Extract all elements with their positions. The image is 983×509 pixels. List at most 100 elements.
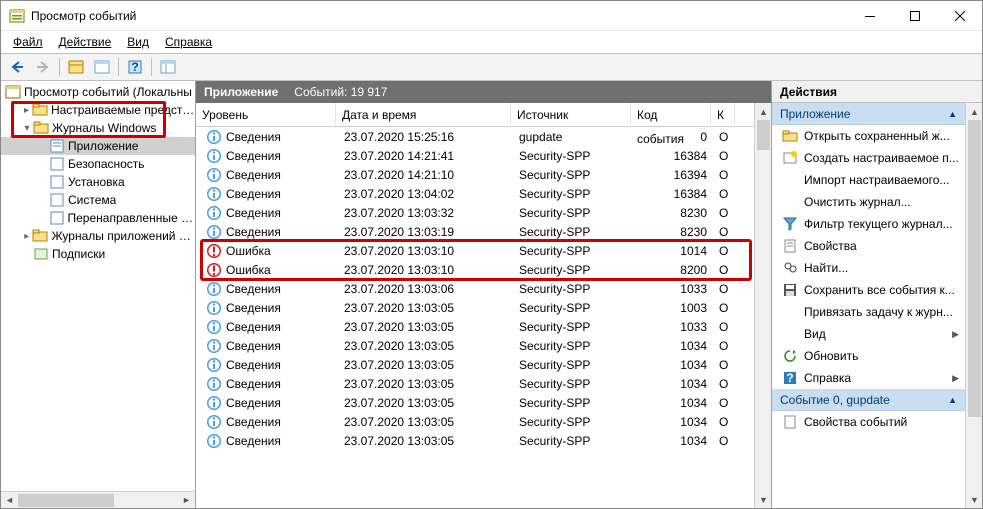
menu-help[interactable]: Справка	[159, 33, 218, 51]
minimize-button[interactable]	[847, 1, 892, 31]
toolbar: ?	[1, 53, 982, 81]
tree-forwarded[interactable]: Перенаправленные соб	[1, 209, 195, 227]
scroll-up-icon[interactable]: ▲	[966, 103, 982, 120]
tree-system[interactable]: Система	[1, 191, 195, 209]
svg-text:?: ?	[131, 60, 138, 74]
action-properties[interactable]: Свойства	[772, 235, 965, 257]
action-attach-task[interactable]: Привязать задачу к журн...	[772, 301, 965, 323]
table-row[interactable]: Ошибка23.07.2020 13:03:10Security-SPP101…	[196, 241, 754, 260]
log-icon	[49, 192, 65, 208]
filter-icon	[782, 216, 798, 232]
center-header: Приложение Событий: 19 917	[196, 81, 771, 103]
table-row[interactable]: Сведения23.07.2020 13:03:05Security-SPP1…	[196, 393, 754, 412]
menu-action[interactable]: Действие	[53, 33, 118, 51]
table-row[interactable]: Сведения23.07.2020 13:03:06Security-SPP1…	[196, 279, 754, 298]
col-source[interactable]: Источник	[511, 103, 631, 127]
tree-custom-views[interactable]: ▸ Настраиваемые представле	[1, 101, 195, 119]
info-icon	[206, 319, 222, 335]
table-row[interactable]: Сведения23.07.2020 13:04:02Security-SPP1…	[196, 184, 754, 203]
table-row[interactable]: Сведения23.07.2020 13:03:05Security-SPP1…	[196, 355, 754, 374]
log-title: Приложение	[204, 85, 278, 99]
table-row[interactable]: Сведения23.07.2020 13:03:05Security-SPP1…	[196, 431, 754, 450]
col-code[interactable]: Код события	[631, 103, 711, 127]
info-icon	[206, 148, 222, 164]
table-row[interactable]: Сведения23.07.2020 13:03:05Security-SPP1…	[196, 336, 754, 355]
info-icon	[206, 414, 222, 430]
properties-icon	[782, 238, 798, 254]
chevron-right-icon: ▸	[21, 231, 32, 242]
info-icon	[206, 224, 222, 240]
action-open-saved[interactable]: Открыть сохраненный ж...	[772, 125, 965, 147]
actions-panel: Действия Приложение ▲ Открыть сохраненны…	[772, 81, 982, 508]
close-button[interactable]	[937, 1, 982, 31]
panel-layout-button[interactable]	[156, 56, 180, 78]
actions-section-application[interactable]: Приложение ▲	[772, 103, 965, 125]
menubar: Файл Действие Вид Справка	[1, 31, 982, 53]
info-icon	[206, 205, 222, 221]
table-row[interactable]: Сведения23.07.2020 15:25:16gupdate0О	[196, 127, 754, 146]
action-view[interactable]: Вид▶	[772, 323, 965, 345]
scroll-left-icon[interactable]: ◄	[1, 492, 18, 509]
action-filter-log[interactable]: Фильтр текущего журнал...	[772, 213, 965, 235]
help-button[interactable]: ?	[123, 56, 147, 78]
import-icon	[782, 172, 798, 188]
table-body[interactable]: Сведения23.07.2020 15:25:16gupdate0ОСвед…	[196, 127, 754, 508]
tree-application[interactable]: Приложение	[1, 137, 195, 155]
info-icon	[206, 300, 222, 316]
table-row[interactable]: Сведения23.07.2020 13:03:05Security-SPP1…	[196, 374, 754, 393]
actions-section-event[interactable]: Событие 0, gupdate ▲	[772, 389, 965, 411]
info-icon	[206, 129, 222, 145]
actions-vscrollbar[interactable]: ▲ ▼	[965, 103, 982, 508]
action-create-custom[interactable]: Создать настраиваемое п...	[772, 147, 965, 169]
action-import-custom[interactable]: Импорт настраиваемого...	[772, 169, 965, 191]
table-row[interactable]: Сведения23.07.2020 13:03:05Security-SPP1…	[196, 298, 754, 317]
table-row[interactable]: Сведения23.07.2020 13:03:05Security-SPP1…	[196, 317, 754, 336]
subscriptions-icon	[33, 246, 49, 262]
tree-root[interactable]: Просмотр событий (Локальны	[1, 83, 195, 101]
tree-windows-logs[interactable]: ▾ Журналы Windows	[1, 119, 195, 137]
tree-apps-services[interactable]: ▸ Журналы приложений и сл	[1, 227, 195, 245]
folder-icon	[32, 228, 48, 244]
open-folder-icon	[782, 128, 798, 144]
action-save-all[interactable]: Сохранить все события к...	[772, 279, 965, 301]
table-vscrollbar[interactable]: ▲ ▼	[754, 103, 771, 508]
table-row[interactable]: Сведения23.07.2020 14:21:41Security-SPP1…	[196, 146, 754, 165]
chevron-down-icon: ▾	[21, 123, 33, 134]
properties-button[interactable]	[90, 56, 114, 78]
table-row[interactable]: Сведения23.07.2020 13:03:19Security-SPP8…	[196, 222, 754, 241]
info-icon	[206, 186, 222, 202]
table-row[interactable]: Сведения23.07.2020 13:03:32Security-SPP8…	[196, 203, 754, 222]
nav-back-button[interactable]	[5, 56, 29, 78]
tree[interactable]: Просмотр событий (Локальны ▸ Настраиваем…	[1, 81, 195, 491]
tree-setup[interactable]: Установка	[1, 173, 195, 191]
menu-view[interactable]: Вид	[121, 33, 155, 51]
maximize-button[interactable]	[892, 1, 937, 31]
scroll-up-icon[interactable]: ▲	[755, 103, 771, 120]
tree-security[interactable]: Безопасность	[1, 155, 195, 173]
info-icon	[206, 433, 222, 449]
col-level[interactable]: Уровень	[196, 103, 336, 127]
scroll-right-icon[interactable]: ►	[178, 492, 195, 509]
action-find[interactable]: Найти...	[772, 257, 965, 279]
clear-icon	[782, 194, 798, 210]
col-date[interactable]: Дата и время	[336, 103, 511, 127]
tree-subscriptions[interactable]: Подписки	[1, 245, 195, 263]
event-table: Уровень Дата и время Источник Код событи…	[196, 103, 754, 508]
table-row[interactable]: Сведения23.07.2020 13:03:05Security-SPP1…	[196, 412, 754, 431]
menu-file[interactable]: Файл	[7, 33, 49, 51]
error-icon	[206, 243, 222, 259]
nav-forward-button[interactable]	[31, 56, 55, 78]
log-icon	[49, 138, 65, 154]
action-clear-log[interactable]: Очистить журнал...	[772, 191, 965, 213]
scroll-down-icon[interactable]: ▼	[966, 491, 982, 508]
action-help[interactable]: ?Справка▶	[772, 367, 965, 389]
tree-hscrollbar[interactable]: ◄ ►	[1, 491, 195, 508]
action-event-properties[interactable]: Свойства событий	[772, 411, 965, 433]
tree-panel: Просмотр событий (Локальны ▸ Настраиваем…	[1, 81, 196, 508]
table-row[interactable]: Ошибка23.07.2020 13:03:10Security-SPP820…	[196, 260, 754, 279]
scroll-down-icon[interactable]: ▼	[755, 491, 771, 508]
show-hide-tree-button[interactable]	[64, 56, 88, 78]
table-row[interactable]: Сведения23.07.2020 14:21:10Security-SPP1…	[196, 165, 754, 184]
action-refresh[interactable]: Обновить	[772, 345, 965, 367]
col-k[interactable]: К	[711, 103, 735, 127]
